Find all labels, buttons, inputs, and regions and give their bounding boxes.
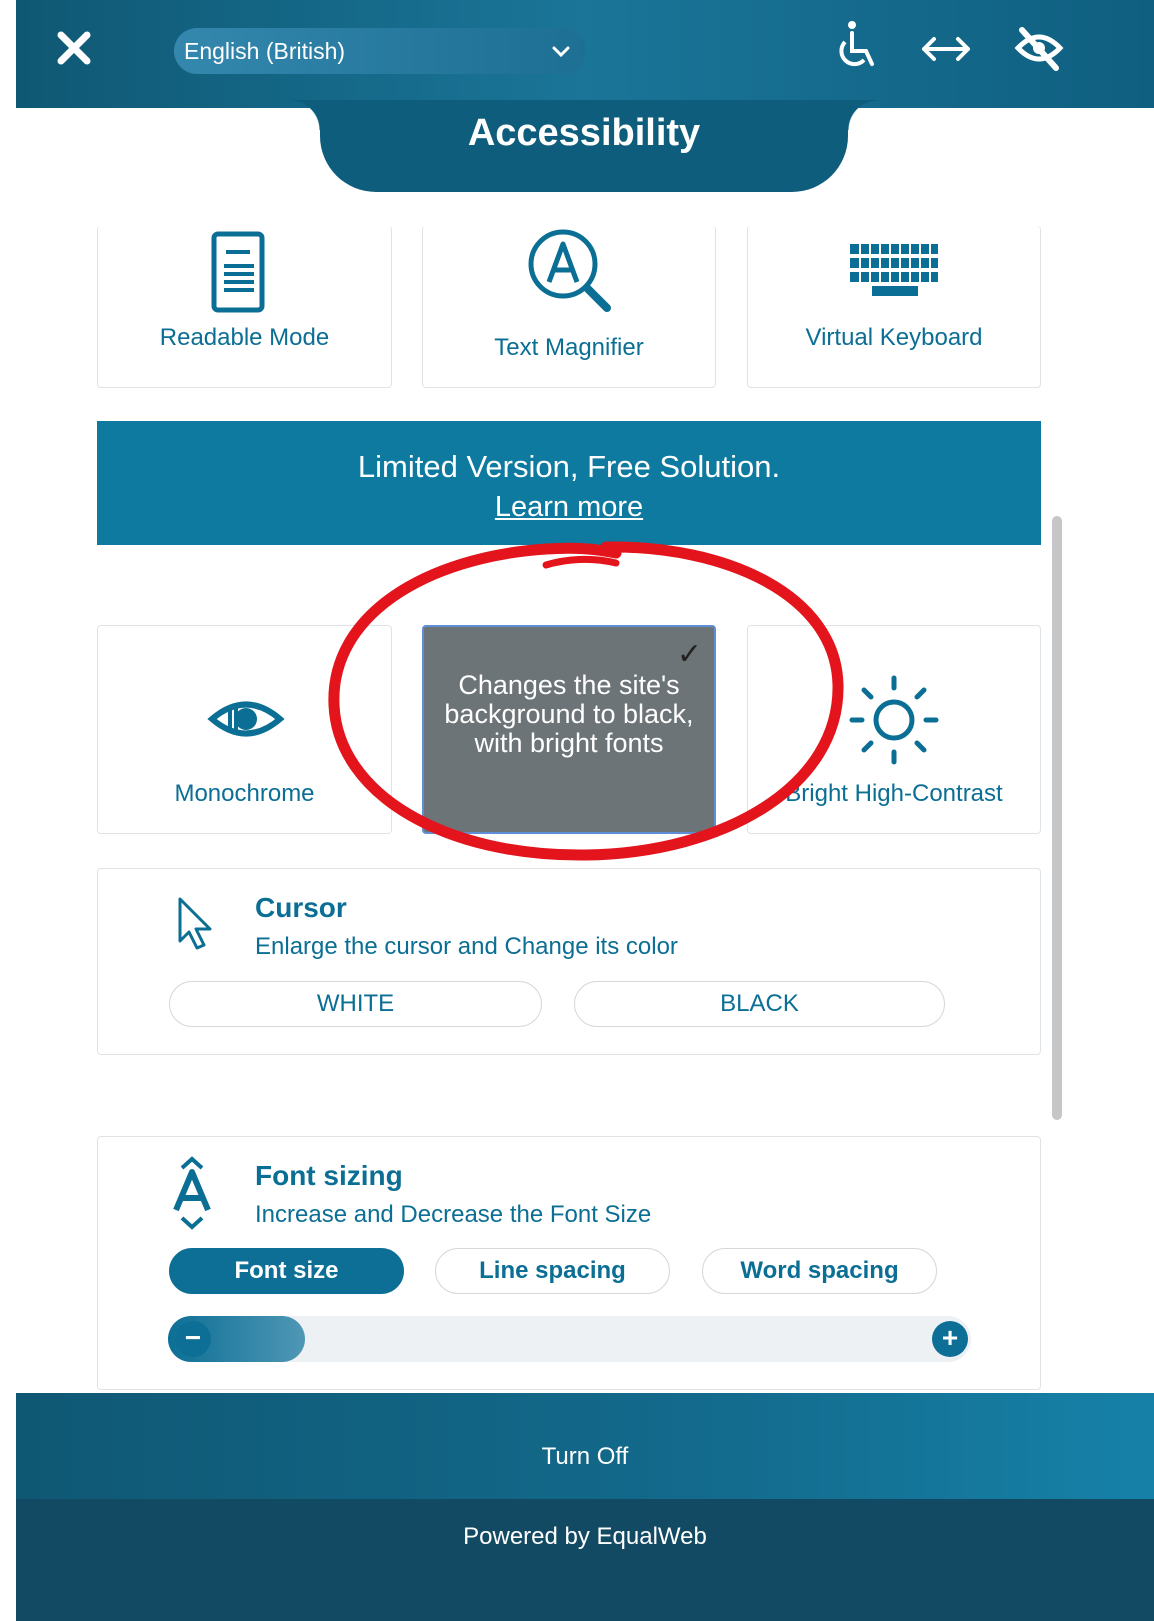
- text-magnifier-card[interactable]: Text Magnifier: [422, 226, 716, 388]
- accessibility-panel: English (British) Accessibility Readable…: [16, 0, 1154, 1621]
- powered-by-footer: Powered by EqualWeb: [16, 1499, 1154, 1621]
- title-tab: Accessibility: [290, 100, 878, 192]
- close-icon[interactable]: [54, 28, 94, 68]
- panel-header: English (British): [16, 0, 1154, 108]
- page-title: Accessibility: [467, 112, 701, 154]
- sun-icon: [849, 675, 939, 765]
- cursor-title: Cursor: [255, 892, 347, 923]
- learn-more-link[interactable]: Learn more: [97, 491, 1041, 524]
- decrease-font-button[interactable]: −: [175, 1321, 211, 1357]
- limited-version-banner: Limited Version, Free Solution. Learn mo…: [97, 421, 1041, 545]
- readable-mode-card[interactable]: Readable Mode: [97, 226, 392, 388]
- language-select-value: English (British): [184, 38, 346, 64]
- bright-high-contrast-label: Bright High-Contrast: [785, 780, 1003, 807]
- readable-mode-label: Readable Mode: [159, 324, 330, 351]
- eye-icon: [207, 701, 285, 737]
- document-icon: [211, 231, 265, 313]
- tab-line-spacing[interactable]: Line spacing: [435, 1248, 670, 1294]
- banner-title: Limited Version, Free Solution.: [357, 449, 781, 484]
- virtual-keyboard-label: Virtual Keyboard: [805, 324, 983, 351]
- increase-font-button[interactable]: +: [932, 1321, 968, 1357]
- horizontal-arrows-icon[interactable]: [916, 18, 976, 78]
- font-sizing-description: Increase and Decrease the Font Size: [255, 1201, 652, 1228]
- check-icon: ✓: [676, 638, 702, 671]
- powered-by-label: Powered by EqualWeb: [463, 1523, 707, 1550]
- tab-font-size[interactable]: Font size: [169, 1248, 404, 1294]
- cursor-black-button[interactable]: BLACK: [574, 981, 945, 1027]
- scrollbar-thumb[interactable]: [1052, 516, 1062, 1120]
- monochrome-label: Monochrome: [174, 780, 315, 807]
- tab-word-spacing[interactable]: Word spacing: [702, 1248, 937, 1294]
- chevron-down-icon: [552, 46, 570, 58]
- eye-slash-icon[interactable]: [1014, 18, 1064, 78]
- virtual-keyboard-card[interactable]: Virtual Keyboard: [747, 226, 1041, 388]
- font-sizing-title: Font sizing: [255, 1160, 403, 1191]
- monochrome-card[interactable]: Monochrome: [97, 625, 392, 834]
- dark-high-contrast-card[interactable]: ✓ Changes the site's background to black…: [422, 625, 716, 834]
- tooltip-text: Changes the site's background to black, …: [444, 670, 694, 758]
- font-size-icon: [173, 1156, 211, 1230]
- cursor-description: Enlarge the cursor and Change its color: [255, 933, 678, 960]
- cursor-icon: [178, 897, 212, 950]
- bright-high-contrast-card[interactable]: Bright High-Contrast: [747, 625, 1041, 834]
- turn-off-label: Turn Off: [541, 1443, 629, 1470]
- text-magnifier-label: Text Magnifier: [494, 334, 644, 361]
- wheelchair-icon[interactable]: [830, 18, 880, 78]
- magnifier-icon: [528, 229, 611, 312]
- language-select[interactable]: English (British): [174, 28, 586, 74]
- keyboard-icon: [850, 244, 938, 296]
- turn-off-button[interactable]: Turn Off: [16, 1393, 1154, 1499]
- cursor-white-button[interactable]: WHITE: [169, 981, 542, 1027]
